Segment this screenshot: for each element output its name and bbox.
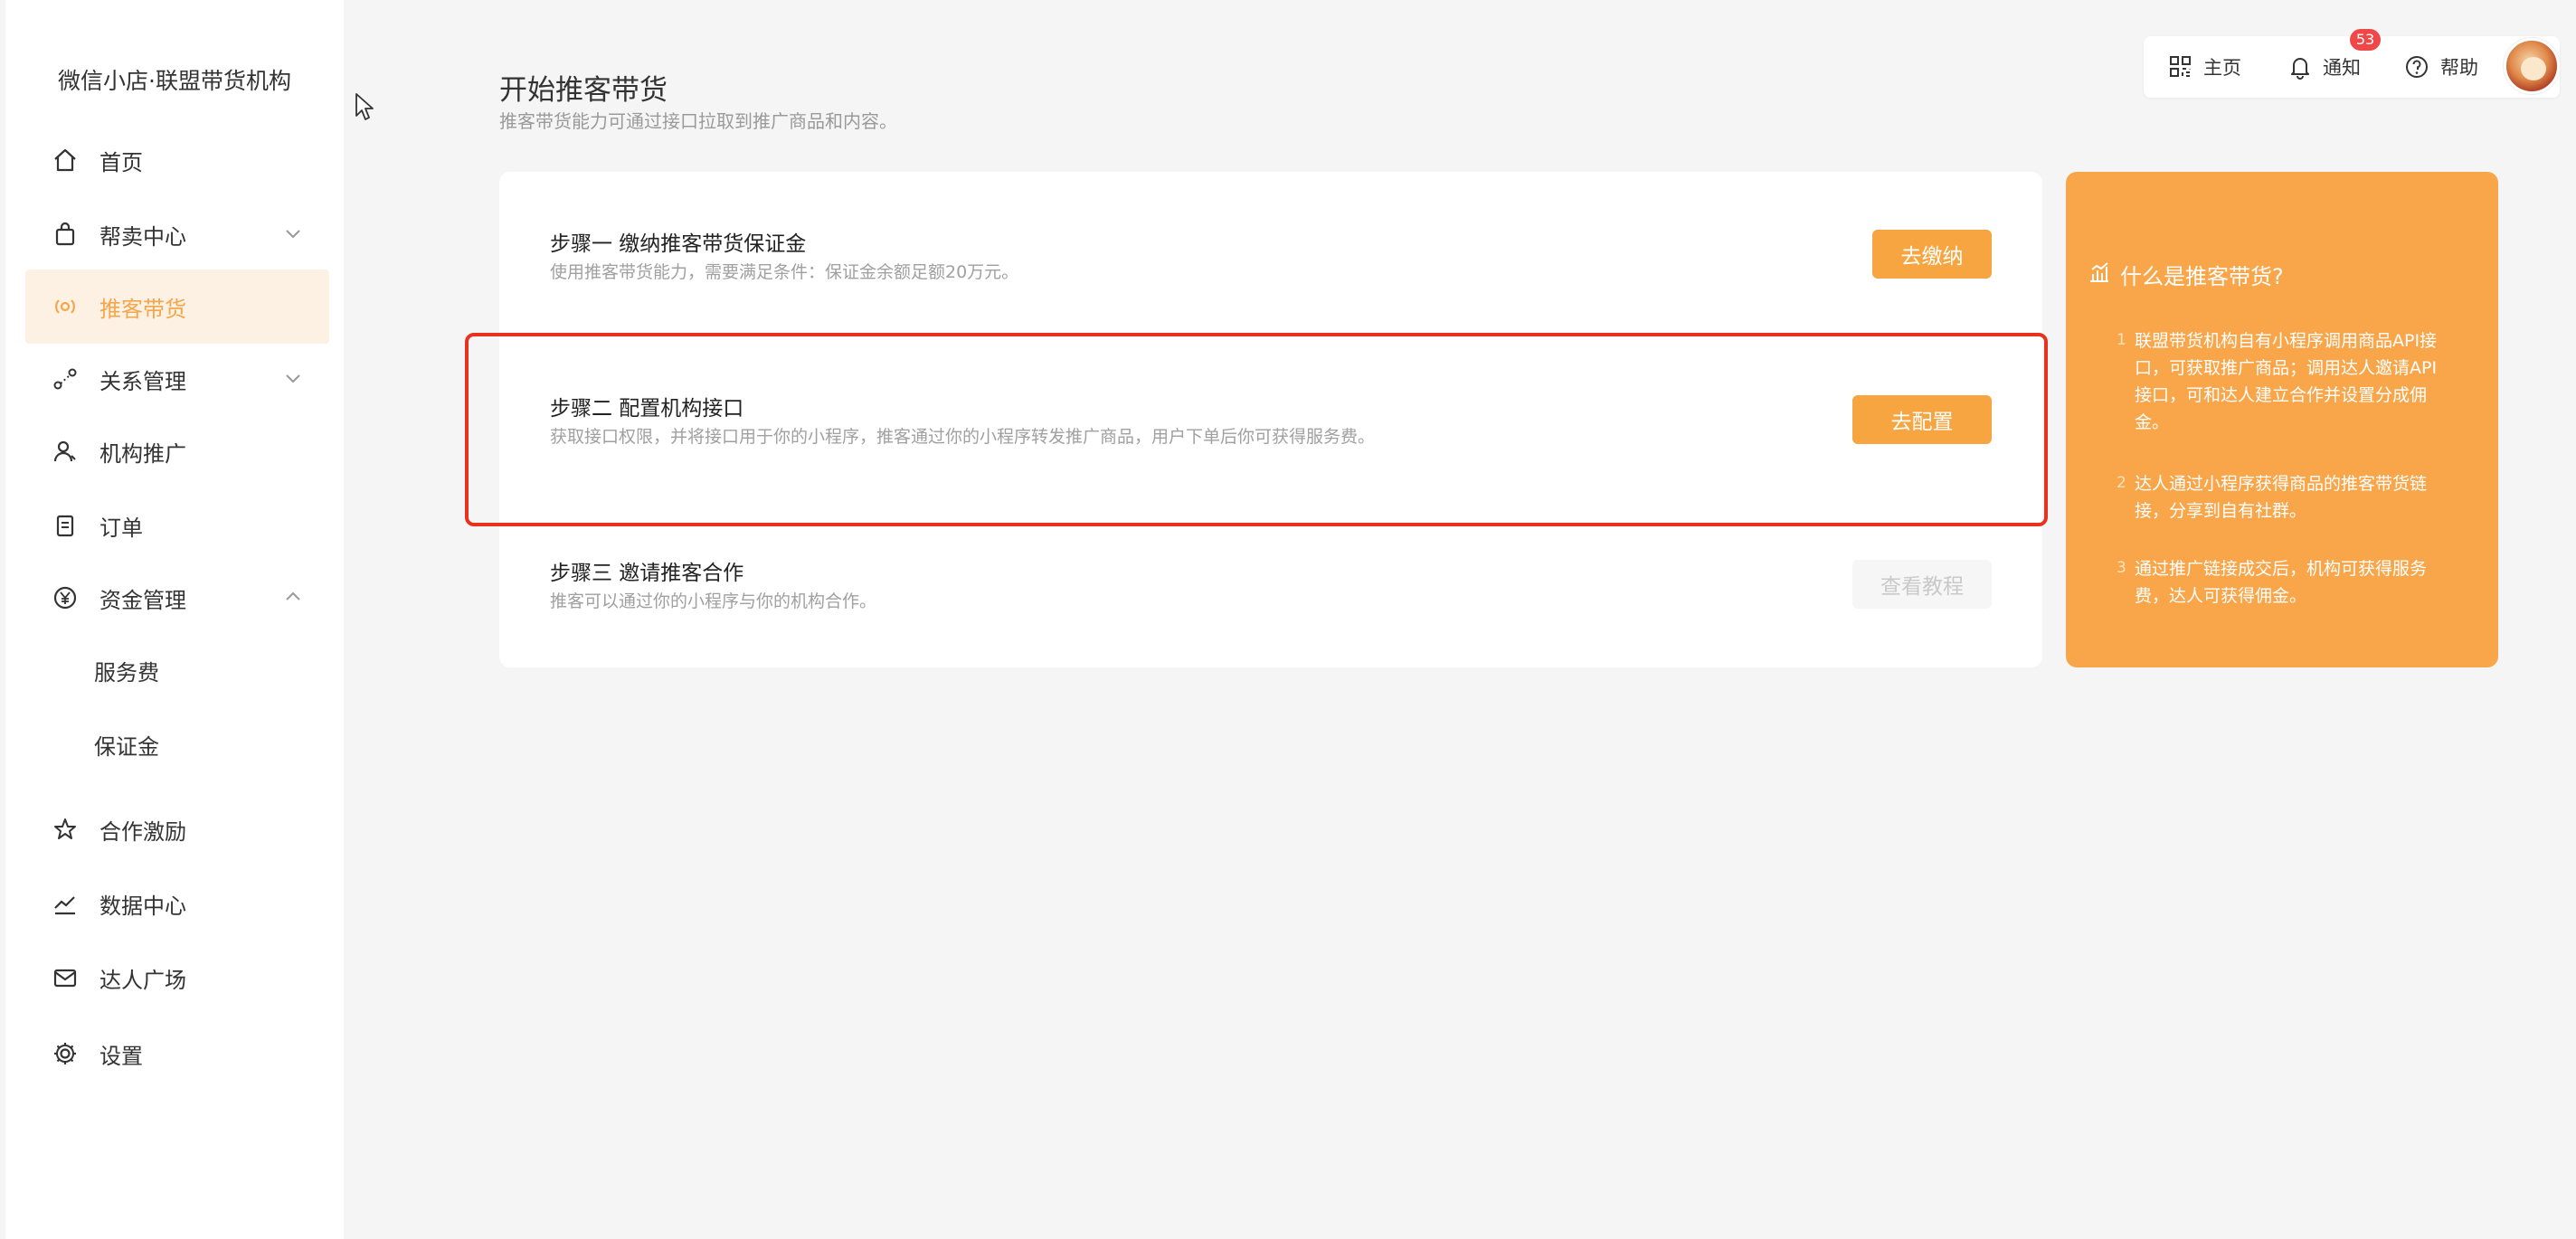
sidebar-item-promotion[interactable]: 机构推广 <box>25 414 329 488</box>
view-tutorial-button[interactable]: 查看教程 <box>1852 560 1992 609</box>
order-icon <box>49 509 81 542</box>
sidebar-item-label: 设置 <box>99 1043 143 1069</box>
sidebar-item-orders[interactable]: 订单 <box>25 488 329 563</box>
shopping-bag-icon <box>49 218 81 251</box>
yen-icon <box>49 582 81 614</box>
help-label: 帮助 <box>2440 57 2478 79</box>
notification-label: 通知 <box>2323 57 2361 79</box>
sidebar-item-service-fee[interactable]: 服务费 <box>25 633 329 707</box>
sidebar-item-label: 资金管理 <box>99 587 186 613</box>
help-link[interactable]: 帮助 <box>2404 51 2478 83</box>
star-icon <box>49 813 81 846</box>
sidebar-item-label: 保证金 <box>94 733 159 760</box>
relations-icon <box>49 363 81 395</box>
sidebar-item-label: 服务费 <box>94 659 159 686</box>
avatar[interactable] <box>2504 38 2560 94</box>
sidebar-item-label: 机构推广 <box>99 440 186 467</box>
chevron-down-icon <box>286 230 300 239</box>
sidebar-item-incentives[interactable]: 合作激励 <box>25 792 329 866</box>
help-circle-icon <box>2406 56 2428 78</box>
sidebar-item-deposit[interactable]: 保证金 <box>25 707 329 781</box>
sidebar-item-label: 合作激励 <box>99 818 186 845</box>
step-3-desc: 推客可以通过你的小程序与你的机构合作。 <box>550 591 877 611</box>
mouse-cursor-icon <box>355 93 374 120</box>
sidebar-item-data-center[interactable]: 数据中心 <box>25 866 329 941</box>
home-link-label: 主页 <box>2203 57 2241 79</box>
page-title: 开始推客带货 <box>499 74 668 107</box>
sidebar: 微信小店·联盟带货机构 首页 帮卖中心 推客带货 关系管理 机构推广 订单 资金… <box>5 0 344 1239</box>
user-icon <box>49 435 81 468</box>
sidebar-item-label: 首页 <box>99 149 143 175</box>
sidebar-item-label: 推客带货 <box>99 296 186 322</box>
home-icon <box>49 144 81 176</box>
info-item: 达人通过小程序获得商品的推客带货链接，分享到自有社群。 <box>2135 474 2428 521</box>
chevron-up-icon <box>286 591 300 601</box>
sidebar-item-relations[interactable]: 关系管理 <box>25 342 329 416</box>
sidebar-item-home[interactable]: 首页 <box>25 123 329 197</box>
sidebar-item-settings[interactable]: 设置 <box>25 1017 329 1091</box>
info-item-number: 2 <box>2117 474 2126 492</box>
bell-icon <box>2291 58 2309 80</box>
sidebar-item-tuike[interactable]: 推客带货 <box>25 270 329 344</box>
mail-icon <box>49 961 81 994</box>
page-subtitle: 推客带货能力可通过接口拉取到推广商品和内容。 <box>499 110 897 132</box>
broadcast-icon <box>49 290 81 323</box>
info-item-number: 3 <box>2117 559 2126 577</box>
home-link[interactable]: 主页 <box>2169 51 2241 83</box>
info-item: 联盟带货机构自有小程序调用商品API接口，可获取推广商品；调用达人邀请API接口… <box>2135 331 2438 432</box>
info-card: 什么是推客带货? 1 联盟带货机构自有小程序调用商品API接口，可获取推广商品；… <box>2066 172 2498 667</box>
info-title: 什么是推客带货? <box>2090 259 2284 290</box>
sidebar-item-label: 达人广场 <box>99 967 186 993</box>
sidebar-item-funds[interactable]: 资金管理 <box>25 561 329 635</box>
step-3-title: 步骤三 邀请推客合作 <box>550 562 744 585</box>
step-1-desc: 使用推客带货能力，需要满足条件：保证金余额足额20万元。 <box>550 262 1019 282</box>
sidebar-item-help-sell[interactable]: 帮卖中心 <box>25 197 329 271</box>
step-2-highlight <box>465 333 2048 526</box>
notification-button[interactable]: 通知 <box>2288 51 2361 83</box>
sidebar-item-label: 关系管理 <box>99 368 186 394</box>
sidebar-item-talent-square[interactable]: 达人广场 <box>25 941 329 1015</box>
sidebar-item-label: 帮卖中心 <box>99 223 186 250</box>
gear-icon <box>49 1037 81 1070</box>
top-bar: 主页 通知 53 帮助 <box>2144 29 2560 98</box>
info-title-text: 什么是推客带货? <box>2120 264 2284 289</box>
pay-deposit-button[interactable]: 去缴纳 <box>1872 230 1992 279</box>
notification-badge: 53 <box>2350 29 2381 51</box>
grid-icon <box>2170 56 2191 77</box>
trend-chart-icon <box>49 887 81 920</box>
bar-chart-icon <box>2090 262 2108 282</box>
info-item-number: 1 <box>2117 331 2126 349</box>
sidebar-item-label: 数据中心 <box>99 893 186 919</box>
chevron-down-icon <box>286 374 300 383</box>
sidebar-item-label: 订单 <box>99 515 143 541</box>
brand-title: 微信小店·联盟带货机构 <box>58 68 291 94</box>
step-1-title: 步骤一 缴纳推客带货保证金 <box>550 232 807 256</box>
info-item: 通过推广链接成交后，机构可获得服务费，达人可获得佣金。 <box>2135 559 2428 606</box>
